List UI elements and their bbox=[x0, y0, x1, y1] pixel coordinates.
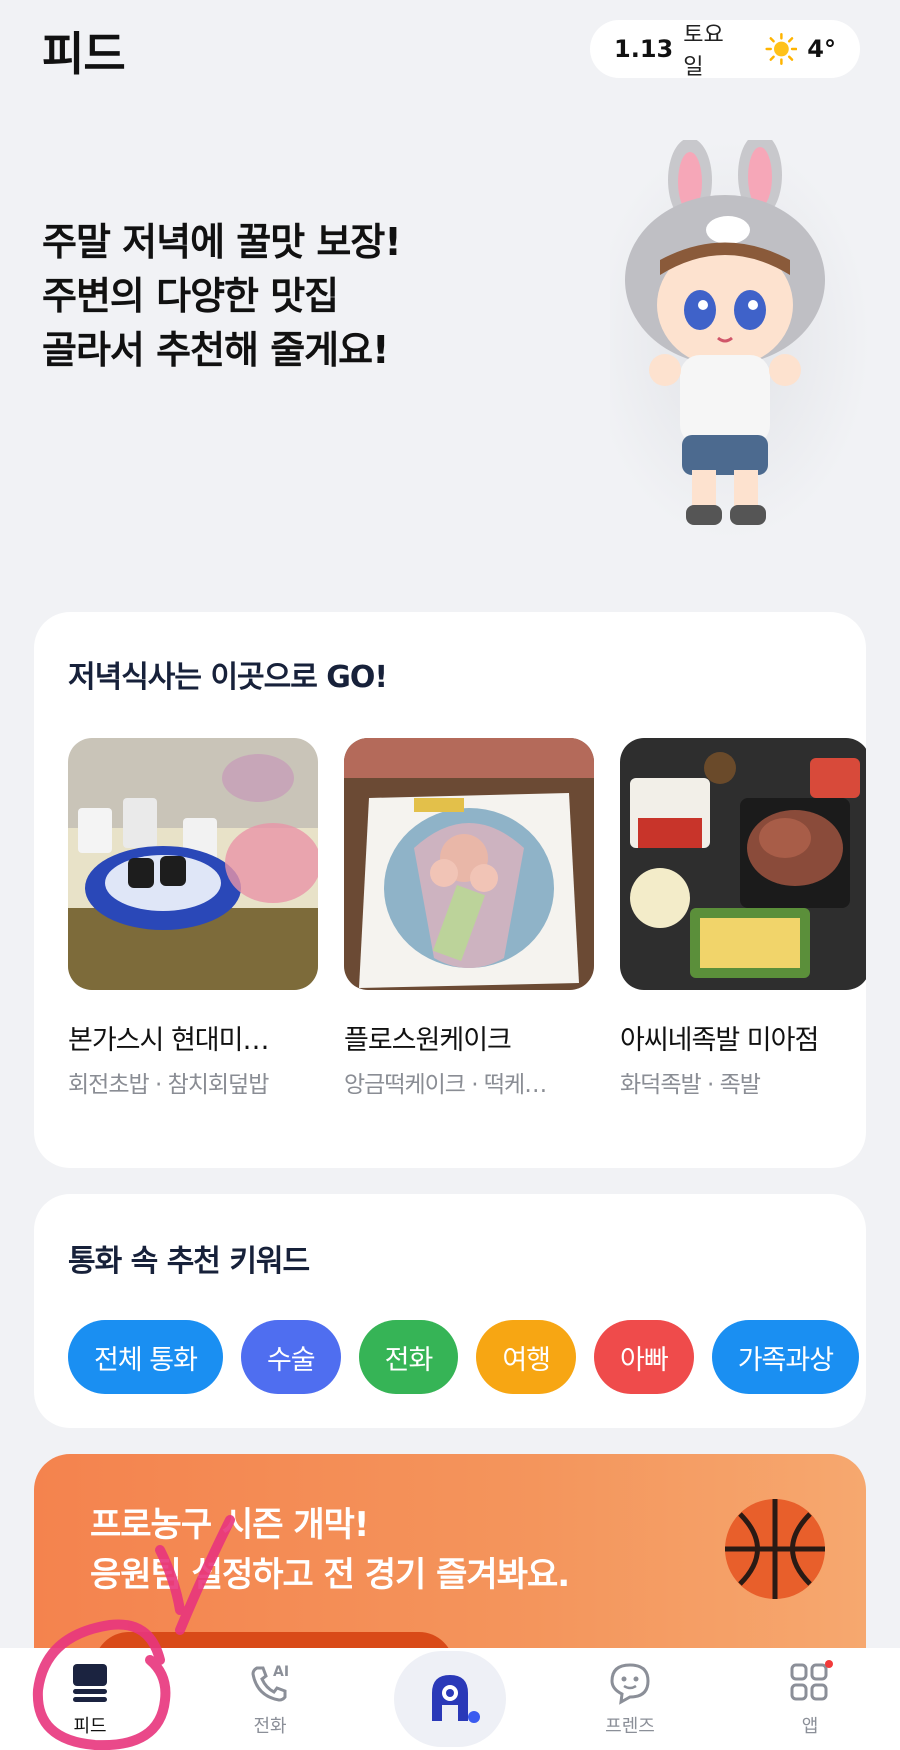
keyword-chip[interactable]: 가족과상 bbox=[711, 1320, 860, 1394]
nav-label: 피드 bbox=[73, 1716, 107, 1737]
nav-item-assistant[interactable] bbox=[360, 1648, 540, 1750]
keyword-chip-all-calls[interactable]: 전체 통화 bbox=[68, 1320, 223, 1394]
temperature-text: 4° bbox=[807, 35, 836, 63]
nav-item-feed[interactable]: 피드 bbox=[0, 1648, 180, 1750]
banner-line: 프로농구 시즌 개막! bbox=[90, 1505, 369, 1545]
date-text: 1.13 bbox=[614, 35, 674, 63]
hero-line: 주말 저녁에 꿀맛 보장! bbox=[42, 220, 402, 264]
restaurant-carousel[interactable]: 본가스시 현대미… 회전초밥 · 참치회덮밥 플로스원케이크 앙금떡케이크 · … bbox=[68, 738, 866, 1099]
hero-message: 주말 저녁에 꿀맛 보장! 주변의 다양한 맛집 골라서 추천해 줄게요! bbox=[42, 215, 402, 377]
restaurant-item[interactable]: 본가스시 현대미… 회전초밥 · 참치회덮밥 bbox=[68, 738, 321, 1099]
weekday-text: 토요일 bbox=[683, 23, 724, 80]
nav-item-friends[interactable]: 프렌즈 bbox=[540, 1648, 720, 1750]
nav-item-call[interactable]: AI 전화 bbox=[180, 1648, 360, 1750]
restaurant-recommendation-card: 저녁식사는 이곳으로 GO! 본가스시 현대미… 회전초밥 · 참치회덮밥 플로… bbox=[34, 612, 866, 1168]
keyword-chip[interactable]: 아빠 bbox=[594, 1320, 694, 1394]
basketball-icon bbox=[725, 1499, 825, 1599]
hero-line: 주변의 다양한 맛집 bbox=[42, 274, 339, 318]
restaurant-name: 아씨네족발 미아점 bbox=[620, 1025, 819, 1056]
nav-label: 전화 bbox=[253, 1716, 287, 1737]
restaurant-name: 플로스원케이크 bbox=[344, 1025, 512, 1056]
restaurant-category: 회전초밥 · 참치회덮밥 bbox=[68, 1072, 269, 1098]
svg-text:AI: AI bbox=[273, 1664, 289, 1680]
keyword-chip[interactable]: 여행 bbox=[476, 1320, 577, 1394]
date-weather-pill[interactable]: 1.13 토요일 4° bbox=[590, 20, 860, 80]
nav-label: 프렌즈 bbox=[605, 1716, 655, 1737]
notification-dot bbox=[825, 1660, 833, 1668]
friends-chat-icon bbox=[610, 1663, 650, 1705]
keyword-chip[interactable]: 수술 bbox=[240, 1320, 341, 1394]
restaurant-name: 본가스시 현대미… bbox=[68, 1025, 269, 1056]
keywords-section-title: 통화 속 추천 키워드 bbox=[68, 1244, 310, 1279]
call-keywords-card: 통화 속 추천 키워드 전체 통화 수술 전화 여행 아빠 가족과상 bbox=[34, 1194, 866, 1428]
feed-icon bbox=[73, 1664, 107, 1702]
bunny-character-illustration[interactable] bbox=[610, 140, 870, 540]
restaurant-category: 화덕족발 · 족발 bbox=[620, 1072, 761, 1098]
banner-text: 프로농구 시즌 개막! 응원팀 설정하고 전 경기 즐겨봐요. bbox=[90, 1500, 570, 1600]
assistant-button[interactable] bbox=[394, 1651, 506, 1747]
keyword-chip-list[interactable]: 전체 통화 수술 전화 여행 아빠 가족과상 bbox=[68, 1320, 860, 1394]
bottom-navigation: 피드 AI 전화 프렌즈 앱 bbox=[0, 1648, 900, 1750]
sun-icon bbox=[764, 33, 797, 65]
jokbal-photo bbox=[620, 738, 866, 990]
nav-label: 앱 bbox=[801, 1716, 819, 1737]
restaurant-item[interactable]: 플로스원케이크 앙금떡케이크 · 떡케… bbox=[344, 738, 594, 1099]
cake-photo bbox=[344, 738, 594, 990]
assistant-icon bbox=[432, 1675, 480, 1723]
hero-line: 골라서 추천해 줄게요! bbox=[42, 328, 389, 372]
restaurant-section-title: 저녁식사는 이곳으로 GO! bbox=[68, 660, 388, 695]
page-title: 피드 bbox=[42, 27, 126, 81]
banner-line: 응원팀 설정하고 전 경기 즐겨봐요. bbox=[90, 1555, 570, 1595]
ai-call-icon: AI bbox=[251, 1664, 289, 1702]
nav-item-apps[interactable]: 앱 bbox=[720, 1648, 900, 1750]
restaurant-category: 앙금떡케이크 · 떡케… bbox=[344, 1072, 547, 1098]
apps-grid-icon bbox=[790, 1660, 833, 1701]
keyword-chip[interactable]: 전화 bbox=[358, 1320, 459, 1394]
restaurant-item[interactable]: 아씨네족발 미아점 화덕족발 · 족발 bbox=[620, 738, 866, 1099]
sushi-photo bbox=[68, 738, 321, 990]
